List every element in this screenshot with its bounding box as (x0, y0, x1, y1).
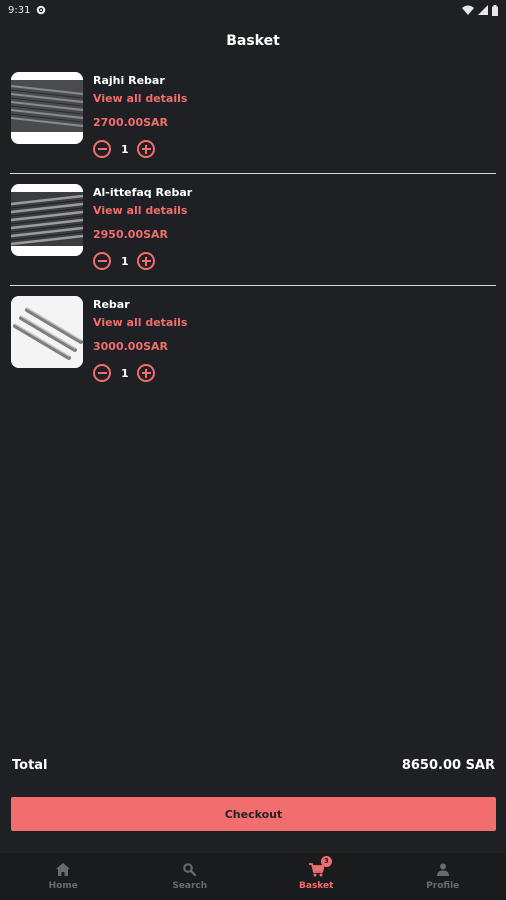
nav-label: Home (48, 880, 78, 891)
view-details-link[interactable]: View all details (93, 204, 192, 228)
product-image-rebar[interactable] (11, 296, 83, 368)
product-price: 2700.00SAR (93, 116, 169, 129)
view-details-link[interactable]: View all details (93, 316, 187, 340)
quantity-value: 1 (121, 254, 129, 268)
bottom-navigation: Home Search 3 Basket Profile (0, 853, 506, 900)
minus-icon (97, 148, 107, 150)
quantity-value: 1 (121, 142, 129, 156)
signal-icon (478, 5, 488, 15)
basket-item: Al-ittefaq Rebar View all details 2950.0… (10, 174, 496, 286)
product-name: Al-ittefaq Rebar (93, 186, 193, 199)
view-details-link[interactable]: View all details (93, 92, 187, 116)
increase-quantity-button[interactable] (137, 140, 155, 158)
basket-item: Rajhi Rebar View all details 2700.00SAR … (10, 62, 496, 174)
status-time: 9:31 (8, 4, 31, 16)
product-name: Rebar (93, 298, 130, 311)
decrease-quantity-button[interactable] (93, 140, 111, 158)
search-icon (183, 863, 197, 876)
wifi-icon (462, 5, 474, 15)
nav-item-search[interactable]: Search (127, 853, 254, 900)
total-value: 8650.00 SAR (401, 758, 495, 773)
product-name: Rajhi Rebar (93, 74, 165, 87)
quantity-value: 1 (121, 366, 129, 380)
basket-item: Rebar View all details 3000.00SAR 1 (10, 286, 496, 398)
settings-icon (37, 5, 46, 15)
total-row: Total 8650.00 SAR (12, 758, 495, 773)
nav-label: Profile (426, 880, 460, 891)
checkout-label: Checkout (224, 807, 283, 821)
increase-quantity-button[interactable] (137, 252, 155, 270)
quantity-stepper: 1 (93, 140, 187, 158)
cart-count-badge: 3 (320, 855, 332, 867)
nav-item-home[interactable]: Home (0, 853, 127, 900)
home-icon (56, 863, 71, 876)
nav-item-profile[interactable]: Profile (380, 853, 506, 900)
product-image-rajhi-rebar[interactable] (11, 72, 83, 144)
nav-label: Basket (299, 880, 334, 891)
app-bar: Basket (0, 20, 506, 62)
page-title: Basket (226, 33, 280, 49)
decrease-quantity-button[interactable] (93, 252, 111, 270)
product-price: 3000.00SAR (93, 340, 169, 353)
decrease-quantity-button[interactable] (93, 364, 111, 382)
checkout-button[interactable]: Checkout (11, 797, 496, 831)
product-image-al-ittefaq-rebar[interactable] (11, 184, 83, 256)
person-icon (436, 863, 449, 876)
total-label: Total (12, 758, 48, 773)
status-bar: 9:31 (0, 0, 506, 20)
minus-icon (97, 372, 107, 374)
increase-quantity-button[interactable] (137, 364, 155, 382)
quantity-stepper: 1 (93, 252, 192, 270)
nav-item-basket[interactable]: 3 Basket (253, 853, 380, 900)
battery-icon (492, 4, 498, 16)
product-price: 2950.00SAR (93, 228, 169, 241)
basket-list: Rajhi Rebar View all details 2700.00SAR … (0, 62, 506, 398)
nav-label: Search (172, 880, 208, 891)
minus-icon (97, 260, 107, 262)
quantity-stepper: 1 (93, 364, 187, 382)
